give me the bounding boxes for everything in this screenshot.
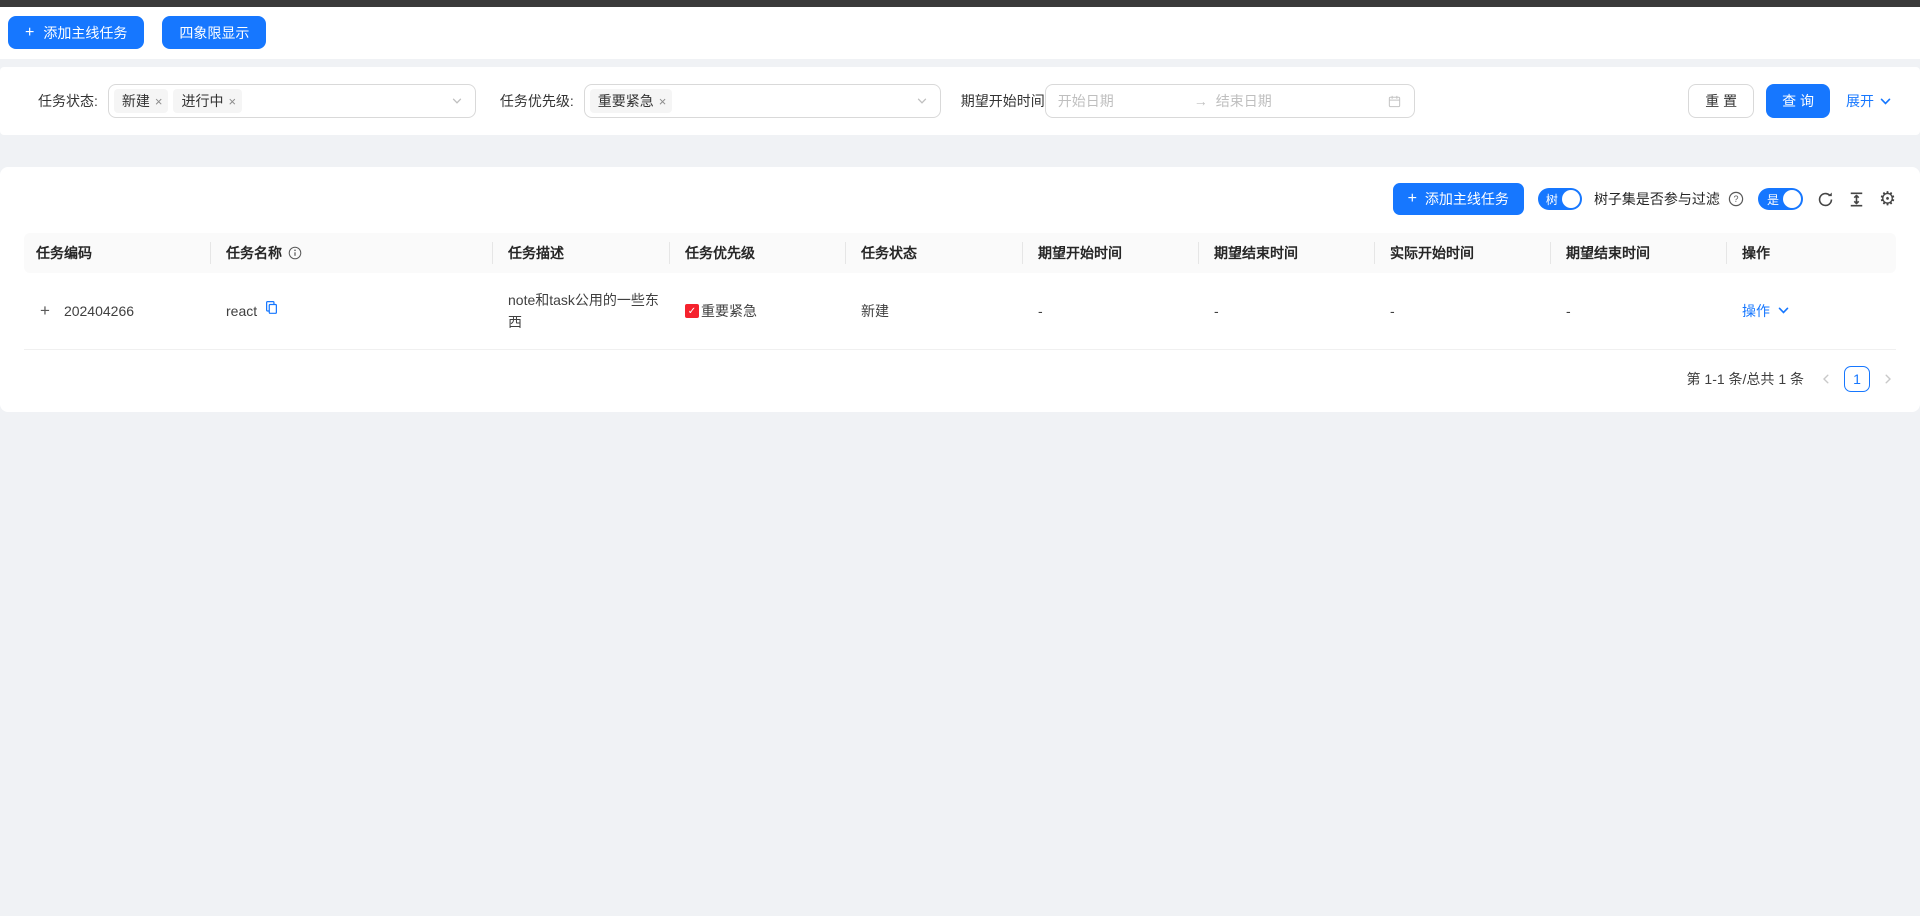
next-page-button[interactable] <box>1880 371 1896 387</box>
expected-end-2-value: - <box>1550 273 1726 349</box>
column-header-code: 任务编码 <box>24 233 210 273</box>
start-date-input[interactable] <box>1058 93 1186 109</box>
page-1-button[interactable]: 1 <box>1844 366 1870 392</box>
column-header-name: 任务名称 <box>210 233 492 273</box>
yes-toggle-label: 是 <box>1767 191 1779 208</box>
expected-start-value: - <box>1022 273 1198 349</box>
query-button[interactable]: 查 询 <box>1766 84 1830 118</box>
column-header-expected-start: 期望开始时间 <box>1022 233 1198 273</box>
column-height-icon[interactable] <box>1848 191 1865 208</box>
task-table-card: + 添加主线任务 树 树子集是否参与过滤 ? 是 ⚙ <box>0 167 1920 412</box>
question-circle-icon[interactable]: ? <box>1728 191 1744 207</box>
expected-end-value: - <box>1198 273 1374 349</box>
prev-page-button[interactable] <box>1818 371 1834 387</box>
chevron-down-icon <box>1777 304 1790 317</box>
plus-icon: + <box>25 25 34 41</box>
priority-text: 重要紧急 <box>701 301 757 321</box>
chevron-down-icon <box>916 95 928 107</box>
task-priority-select[interactable]: 重要紧急 × <box>584 84 941 118</box>
tree-mode-toggle[interactable]: 树 <box>1538 188 1582 210</box>
add-main-task-button[interactable]: + 添加主线任务 <box>1393 183 1524 215</box>
column-header-priority: 任务优先级 <box>669 233 845 273</box>
column-header-description: 任务描述 <box>492 233 669 273</box>
copy-icon[interactable] <box>264 300 279 315</box>
topbar: + 添加主线任务 四象限显示 <box>0 7 1920 59</box>
filter-expected-start: 期望开始时间 → <box>961 84 1415 118</box>
add-main-task-button-top[interactable]: + 添加主线任务 <box>8 16 144 49</box>
yes-toggle[interactable]: 是 <box>1758 188 1803 210</box>
task-status-select[interactable]: 新建 × 进行中 × <box>108 84 476 118</box>
pagination: 第 1-1 条/总共 1 条 1 <box>24 366 1896 392</box>
tag-remove-icon[interactable]: × <box>228 95 236 108</box>
task-table: 任务编码 任务名称 任务描述 任务优先级 任务状态 期望开始时间 期望结束时间 … <box>24 233 1896 350</box>
filter-bar: 任务状态: 新建 × 进行中 × 任务优先级: 重要紧急 × <box>0 67 1920 135</box>
filter-task-status: 任务状态: 新建 × 进行中 × <box>38 84 476 118</box>
table-row: + 202404266 react note和task公用的一些东西 <box>24 273 1896 349</box>
info-circle-icon[interactable] <box>288 246 302 260</box>
task-description: note和task公用的一些东西 <box>492 273 669 349</box>
toggle-knob <box>1783 190 1801 208</box>
expected-start-label: 期望开始时间 <box>961 91 1045 111</box>
chevron-down-icon <box>451 95 463 107</box>
toggle-knob <box>1562 190 1580 208</box>
status-tag-label: 进行中 <box>181 91 223 111</box>
tag-remove-icon[interactable]: × <box>155 95 163 108</box>
column-header-expected-end-2: 期望结束时间 <box>1550 233 1726 273</box>
table-header-row: 任务编码 任务名称 任务描述 任务优先级 任务状态 期望开始时间 期望结束时间 … <box>24 233 1896 273</box>
status-text: 新建 <box>845 273 1022 349</box>
svg-text:?: ? <box>1733 194 1738 204</box>
chevron-down-icon <box>1879 95 1892 108</box>
gear-glyph: ⚙ <box>1879 190 1896 209</box>
quadrant-display-button[interactable]: 四象限显示 <box>162 16 266 49</box>
task-code: 202404266 <box>64 303 134 319</box>
row-action-link[interactable]: 操作 <box>1742 301 1790 321</box>
status-tag: 进行中 × <box>173 89 242 113</box>
task-name: react <box>226 303 257 319</box>
status-tag-label: 新建 <box>122 91 150 111</box>
chevron-right-icon <box>1882 373 1894 385</box>
calendar-icon <box>1387 94 1402 109</box>
table-toolbar: + 添加主线任务 树 树子集是否参与过滤 ? 是 ⚙ <box>24 183 1896 215</box>
pagination-summary: 第 1-1 条/总共 1 条 <box>1687 369 1804 389</box>
expand-link[interactable]: 展开 <box>1846 91 1892 111</box>
tag-remove-icon[interactable]: × <box>659 95 667 108</box>
tree-filter-label: 树子集是否参与过滤 <box>1594 189 1720 209</box>
window-top-strip <box>0 0 1920 7</box>
reset-button[interactable]: 重 置 <box>1688 84 1754 118</box>
refresh-icon[interactable] <box>1817 191 1834 208</box>
column-header-actual-start: 实际开始时间 <box>1374 233 1550 273</box>
plus-icon: + <box>1408 191 1417 207</box>
priority-tag: 重要紧急 × <box>590 89 673 113</box>
priority-tag-label: 重要紧急 <box>598 91 654 111</box>
filter-task-priority: 任务优先级: 重要紧急 × <box>500 84 941 118</box>
actual-start-value: - <box>1374 273 1550 349</box>
add-main-task-label: 添加主线任务 <box>43 23 127 43</box>
action-label: 操作 <box>1742 301 1770 321</box>
expand-label: 展开 <box>1846 91 1874 111</box>
column-header-status: 任务状态 <box>845 233 1022 273</box>
chevron-left-icon <box>1820 373 1832 385</box>
quadrant-display-label: 四象限显示 <box>179 23 249 43</box>
range-arrow-icon: → <box>1186 93 1216 109</box>
column-header-actions: 操作 <box>1726 233 1896 273</box>
end-date-input[interactable] <box>1216 93 1344 109</box>
priority-checkbox-icon: ✓ <box>685 304 699 318</box>
settings-gear-icon[interactable]: ⚙ <box>1879 190 1896 209</box>
task-priority-label: 任务优先级: <box>500 91 574 111</box>
task-status-label: 任务状态: <box>38 91 98 111</box>
status-tag: 新建 × <box>114 89 169 113</box>
add-main-task-label: 添加主线任务 <box>1425 189 1509 209</box>
tree-toggle-label: 树 <box>1546 191 1558 208</box>
date-range-picker[interactable]: → <box>1045 84 1415 118</box>
expand-row-icon[interactable]: + <box>40 302 50 319</box>
column-header-expected-end: 期望结束时间 <box>1198 233 1374 273</box>
